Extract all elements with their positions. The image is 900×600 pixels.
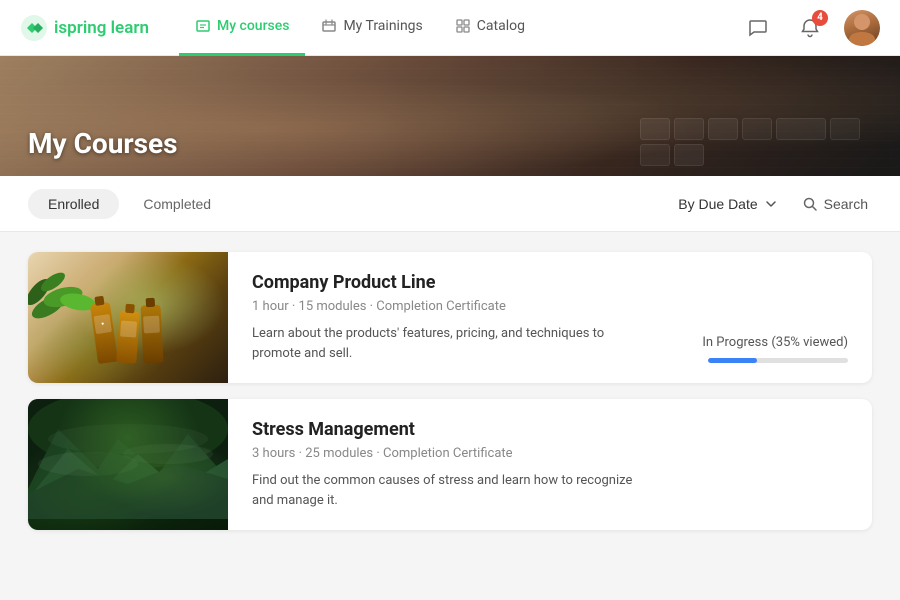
tab-group: Enrolled Completed: [28, 189, 231, 219]
mountain-illustration: [28, 399, 228, 519]
course-title-2: Stress Management: [252, 419, 648, 440]
nav-link-my-courses[interactable]: My courses: [179, 0, 305, 56]
tab-enrolled[interactable]: Enrolled: [28, 189, 119, 219]
nav-link-my-trainings[interactable]: My Trainings: [305, 0, 438, 56]
catalog-icon: [455, 18, 471, 34]
chat-button[interactable]: [740, 10, 776, 46]
course-desc-2: Find out the common causes of stress and…: [252, 471, 648, 510]
progress-bar-1: [708, 358, 848, 363]
nav-links: My courses My Trainings Catalog: [179, 0, 710, 56]
progress-fill-1: [708, 358, 757, 363]
notification-badge: 4: [812, 10, 828, 26]
course-card-stress-management[interactable]: Stress Management 3 hours · 25 modules ·…: [28, 399, 872, 530]
avatar[interactable]: [844, 10, 880, 46]
courses-list: ● Company Product Line 1 hour · 15 modul…: [0, 232, 900, 600]
course-thumbnail-1: ●: [28, 252, 228, 383]
bottles-decoration: ●: [28, 303, 228, 373]
notifications-button[interactable]: 4: [792, 10, 828, 46]
course-info-2: Stress Management 3 hours · 25 modules ·…: [228, 399, 672, 530]
hero-decoration: [360, 56, 900, 176]
navbar: ispring learn My courses My Trainings: [0, 0, 900, 56]
chevron-down-icon: [764, 197, 778, 211]
page-title: My Courses: [28, 127, 178, 160]
filter-bar: Enrolled Completed By Due Date Search: [0, 176, 900, 232]
search-icon: [802, 196, 818, 212]
course-status-2: [672, 399, 872, 530]
nav-icons: 4: [740, 10, 880, 46]
courses-icon: [195, 18, 211, 34]
tab-completed[interactable]: Completed: [123, 189, 231, 219]
search-button[interactable]: Search: [798, 190, 872, 218]
logo[interactable]: ispring learn: [20, 14, 149, 42]
nav-link-catalog[interactable]: Catalog: [439, 0, 541, 56]
course-status-1: In Progress (35% viewed): [672, 252, 872, 383]
avatar-image: [844, 10, 880, 46]
course-info-1: Company Product Line 1 hour · 15 modules…: [228, 252, 672, 383]
course-desc-1: Learn about the products' features, pric…: [252, 324, 648, 363]
sort-button[interactable]: By Due Date: [674, 190, 781, 218]
status-text-1: In Progress (35% viewed): [702, 335, 848, 350]
trainings-icon: [321, 18, 337, 34]
course-card-company-product-line[interactable]: ● Company Product Line 1 hour · 15 modul…: [28, 252, 872, 383]
course-meta-1: 1 hour · 15 modules · Completion Certifi…: [252, 299, 648, 314]
hero-banner: My Courses: [0, 56, 900, 176]
logo-text: ispring learn: [54, 18, 149, 38]
course-title-1: Company Product Line: [252, 272, 648, 293]
course-thumbnail-2: [28, 399, 228, 530]
filter-right: By Due Date Search: [674, 190, 872, 218]
course-meta-2: 3 hours · 25 modules · Completion Certif…: [252, 446, 648, 461]
logo-icon: [20, 14, 48, 42]
chat-icon: [747, 17, 769, 39]
